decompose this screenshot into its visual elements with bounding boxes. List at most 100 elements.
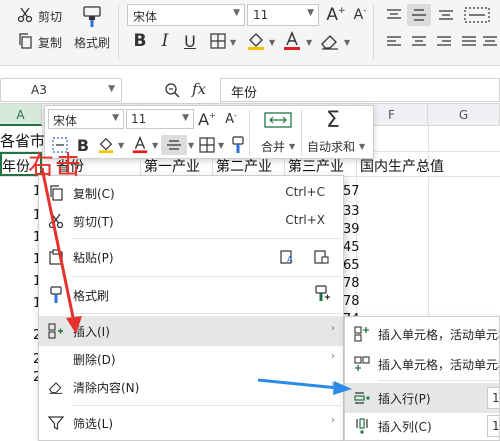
insert-cells-icon <box>47 322 65 340</box>
submenu-label: 插入列(C) <box>378 420 432 434</box>
submenu-insert-column[interactable]: 插入列(C) 1 <box>345 411 499 440</box>
scissors-icon <box>47 212 65 230</box>
increase-font-icon[interactable]: A + <box>326 4 346 26</box>
merge-cells-icon[interactable] <box>261 109 295 131</box>
chevron-down-icon[interactable]: ▼ <box>289 142 295 151</box>
insert-column-count-input[interactable]: 1 <box>487 415 499 437</box>
zoom-search-icon[interactable] <box>163 81 181 99</box>
data-cell-e[interactable]: 78 <box>343 294 360 309</box>
decrease-font-icon[interactable]: A- <box>350 4 370 26</box>
increase-font-glyph: A <box>326 5 339 25</box>
decrease-font-glyph: A <box>353 7 364 23</box>
align-center-icon[interactable] <box>409 33 429 51</box>
header-cell-primary[interactable]: 第一产业 <box>144 156 200 176</box>
menu-item-insert[interactable]: 插入(I) › <box>39 316 343 346</box>
column-header-g[interactable]: G <box>428 104 500 126</box>
data-cell-e[interactable]: 65 <box>343 258 360 273</box>
fill-color-icon[interactable] <box>95 134 117 156</box>
submenu-insert-cells-down[interactable]: 插入单元格，活动单元格下移 <box>345 349 499 379</box>
align-left-icon[interactable] <box>384 33 404 51</box>
italic-button[interactable]: I <box>155 30 175 52</box>
font-color-icon[interactable] <box>280 30 304 52</box>
border-icon[interactable] <box>197 135 217 155</box>
font-size-select[interactable]: 11 ▼ <box>247 4 319 26</box>
chevron-down-icon: ▼ <box>182 113 189 123</box>
mini-font-name-select[interactable]: 宋体 ▼ <box>48 109 124 129</box>
insert-submenu: 插入单元格，活动单元格右移 插入单元格，活动单元格下移 插入行(P) 1 插入列… <box>344 316 500 441</box>
chevron-down-icon[interactable]: ▼ <box>218 141 224 150</box>
autosum-button[interactable]: 自动求和 <box>307 138 355 155</box>
format-painter-icon[interactable] <box>80 4 104 30</box>
align-top-icon[interactable] <box>384 6 404 24</box>
data-cell-e[interactable]: 39 <box>343 222 360 237</box>
menu-item-copy[interactable]: 复制(C) Ctrl+C <box>39 178 343 208</box>
submenu-insert-row[interactable]: 插入行(P) 1 <box>345 383 499 413</box>
align-right-icon[interactable] <box>434 33 454 51</box>
border-icon[interactable] <box>208 31 228 51</box>
menu-item-delete[interactable]: 删除(D) › <box>39 344 343 374</box>
underline-button[interactable]: U <box>180 30 200 52</box>
menu-item-clear[interactable]: 清除内容(N) › <box>39 372 343 402</box>
format-painter-icon[interactable] <box>229 134 247 156</box>
justify-icon[interactable] <box>459 33 479 51</box>
copy-icon[interactable] <box>16 32 34 50</box>
bold-button[interactable]: B <box>130 30 150 52</box>
scissors-icon[interactable] <box>16 6 34 24</box>
submenu-label: 插入行(P) <box>378 392 431 406</box>
submenu-label: 插入单元格，活动单元格右移 <box>378 328 499 342</box>
eraser-icon[interactable] <box>318 30 342 52</box>
data-cell-e[interactable]: 45 <box>343 240 360 255</box>
header-cell-tertiary[interactable]: 第三产业 <box>288 156 344 176</box>
increase-font-icon[interactable]: A + <box>197 108 217 130</box>
merge-button[interactable]: 合并 <box>261 138 285 155</box>
menu-item-format-painter[interactable]: 格式刷 <box>39 280 343 310</box>
menu-item-cut[interactable]: 剪切(T) Ctrl+X <box>39 206 343 236</box>
column-header-a[interactable]: A <box>0 104 42 126</box>
menu-item-shortcut: Ctrl+X <box>285 213 325 227</box>
decrease-font-icon[interactable]: A- <box>221 108 241 130</box>
submenu-insert-cells-right[interactable]: 插入单元格，活动单元格右移 <box>345 319 499 349</box>
distributed-align-icon[interactable] <box>481 33 499 51</box>
fx-label[interactable]: fx <box>192 80 206 98</box>
paste-values-icon[interactable]: A <box>279 248 297 266</box>
chevron-down-icon[interactable]: ▼ <box>359 142 365 151</box>
insert-row-count-input[interactable]: 1 <box>487 387 499 409</box>
chevron-down-icon[interactable]: ▼ <box>188 141 194 150</box>
formula-input[interactable]: 年份 <box>220 78 500 102</box>
format-painter-button[interactable]: 格式刷 <box>74 34 110 51</box>
name-box[interactable]: A3 ▼ <box>0 78 122 102</box>
font-name-select[interactable]: 宋体 ▼ <box>127 4 245 26</box>
ribbon-divider <box>373 4 374 60</box>
chevron-down-icon[interactable]: ▼ <box>306 38 312 47</box>
align-middle-icon[interactable] <box>407 4 431 26</box>
align-bottom-icon[interactable] <box>436 6 456 24</box>
font-name-value: 宋体 <box>133 10 158 24</box>
format-painter-extra-icon[interactable] <box>313 285 333 305</box>
menu-item-label: 清除内容(N) <box>73 381 140 395</box>
wrap-text-icon[interactable] <box>462 4 492 26</box>
paste-format-icon[interactable] <box>313 248 331 266</box>
sigma-icon[interactable]: Σ <box>321 107 345 133</box>
eraser-icon <box>47 378 65 396</box>
mini-divider <box>249 110 250 156</box>
data-cell-e[interactable]: 33 <box>343 204 360 219</box>
menu-item-label: 插入(I) <box>73 325 110 339</box>
menu-item-filter[interactable]: 筛选(L) › <box>39 408 343 438</box>
data-cell-e[interactable]: 78 <box>343 276 360 291</box>
data-cell-e[interactable]: 57 <box>343 184 360 199</box>
chevron-down-icon[interactable]: ▼ <box>269 38 275 47</box>
menu-item-paste[interactable]: 粘贴(P) A <box>39 242 343 272</box>
header-cell-year[interactable]: 年份 <box>2 156 30 176</box>
chevron-down-icon[interactable]: ▼ <box>230 38 236 47</box>
copy-button[interactable]: 复制 <box>38 34 62 51</box>
header-cell-secondary[interactable]: 第二产业 <box>216 156 272 176</box>
align-middle-icon[interactable] <box>161 135 187 155</box>
font-color-icon[interactable] <box>129 134 151 156</box>
cut-button[interactable]: 剪切 <box>38 8 62 25</box>
chevron-down-icon[interactable]: ▼ <box>152 141 158 150</box>
chevron-down-icon[interactable]: ▼ <box>344 38 350 47</box>
header-cell-gdp[interactable]: 国内生产总值 <box>360 156 444 176</box>
fill-color-icon[interactable] <box>244 30 268 52</box>
chevron-down-icon[interactable]: ▼ <box>118 141 124 150</box>
mini-font-size-select[interactable]: 11 ▼ <box>126 109 194 129</box>
